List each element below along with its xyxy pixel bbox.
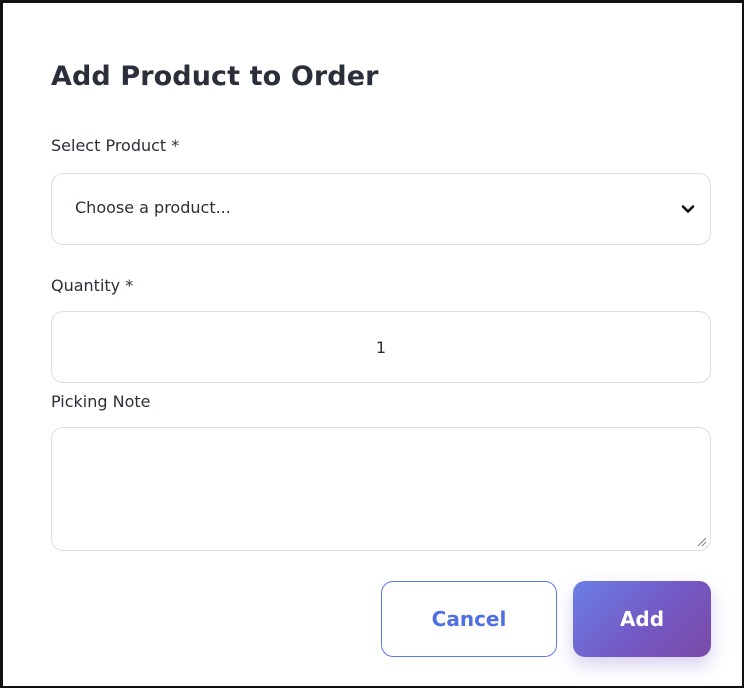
product-select-value: Choose a product...: [75, 198, 231, 217]
quantity-input[interactable]: [51, 311, 711, 383]
product-select[interactable]: Choose a product...: [51, 173, 711, 245]
chevron-down-icon: [681, 205, 695, 213]
cancel-button[interactable]: Cancel: [381, 581, 557, 657]
dialog-title: Add Product to Order: [51, 61, 379, 92]
add-button[interactable]: Add: [573, 581, 711, 657]
resize-grip-icon[interactable]: [695, 535, 707, 547]
add-product-dialog: Add Product to Order Select Product * Ch…: [0, 0, 744, 688]
picking-note-label: Picking Note: [51, 392, 151, 411]
picking-note-textarea[interactable]: [51, 427, 711, 551]
quantity-label: Quantity *: [51, 276, 134, 295]
select-product-label: Select Product *: [51, 136, 180, 155]
